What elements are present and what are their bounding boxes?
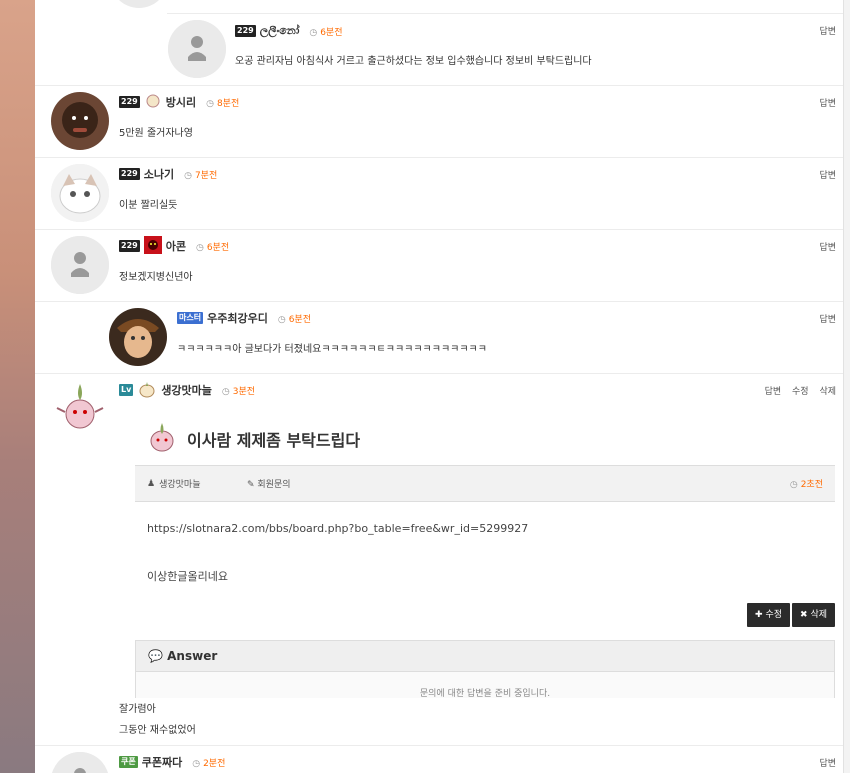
comment-item: 229 방시리 ◷ 8분전 답변 5만원 줄거자나영	[35, 86, 843, 158]
reply-link[interactable]: 답변	[765, 387, 782, 397]
scrollbar[interactable]	[843, 0, 850, 773]
nickname[interactable]: ලලීංනෝ	[260, 24, 300, 38]
nickname[interactable]: 방시리	[166, 94, 196, 110]
clock-icon: ◷	[206, 98, 214, 109]
avatar	[51, 92, 109, 150]
reply-link[interactable]: 답변	[819, 243, 836, 253]
comment-time: 2분전	[203, 758, 226, 769]
answer-header: 💬 Answer	[136, 641, 834, 672]
comment-text: 5만원 줄거자나영	[119, 128, 193, 139]
post-url[interactable]: https://slotnara2.com/bbs/board.php?bo_t…	[147, 522, 528, 535]
avatar	[168, 20, 226, 78]
comment-text-line2: 그동안 재수없었어	[119, 725, 196, 736]
comment-time: 7분전	[194, 170, 218, 181]
comment-meta: 229 아콘 ◷ 6분전	[119, 235, 230, 257]
comment-meta: 마스터 우주최강우디 ◷ 6분전	[177, 310, 311, 326]
nickname[interactable]: 소나기	[144, 166, 174, 182]
comment-meta: Lv 생강맛마늘 ◷ 3분전	[119, 380, 256, 401]
comment-text: 정보겠지병신년아	[119, 272, 193, 283]
reply-link[interactable]: 답변	[819, 759, 836, 769]
comment-meta: 229 소나기 ◷ 7분전	[119, 166, 217, 182]
comment-meta: 229 ලලීංනෝ ◷ 6분전	[235, 23, 342, 39]
level-badge: 229	[119, 168, 140, 180]
post-category: ✎ 회원문의	[247, 480, 291, 490]
avatar	[51, 378, 109, 436]
post-actions: ✚ 수정 ✖ 삭제	[745, 603, 835, 627]
comment-time: 6분전	[288, 314, 311, 325]
level-badge: Lv	[119, 384, 134, 396]
post-time: ◷ 2초전	[789, 480, 823, 490]
comment-item: 마스터 우주최강우디 ◷ 6분전 답변 ㅋㅋㅋㅋㅋㅋ아 글보다가 터졌네요ㅋㅋㅋㅋ…	[35, 302, 843, 374]
clock-icon: ◷	[195, 242, 204, 253]
post-title-row: 이사람 제제좀 부탁드립다	[145, 420, 360, 457]
clock-icon: ◷	[184, 170, 192, 181]
level-badge: 229	[119, 240, 140, 252]
comment-meta: 쿠폰 쿠폰짜다 ◷ 2분전	[119, 754, 225, 770]
post-body: 이상한글올리네요	[147, 570, 228, 583]
level-badge: 쿠폰	[119, 756, 138, 768]
nickname[interactable]: 생강맛마늘	[161, 382, 212, 398]
comment-time: 3분전	[232, 386, 256, 397]
clock-icon: ◷	[221, 386, 230, 397]
nickname[interactable]: 우주최강우디	[207, 310, 268, 326]
delete-button[interactable]: ✖ 삭제	[792, 603, 835, 627]
background-left	[0, 0, 35, 773]
nickname[interactable]: 아콘	[166, 238, 186, 254]
avatar	[110, 0, 168, 8]
comment-item: 229 ලලීංනෝ ◷ 6분전 답변 오공 관리자님 아침식사 거르고 출근하셨…	[35, 14, 843, 86]
comment-time: 8분전	[216, 98, 240, 109]
edit-link[interactable]: 수정	[792, 387, 809, 397]
post-author: ♟ 생강맛마늘	[147, 478, 201, 491]
user-icon	[144, 93, 162, 112]
plus-icon: ✚	[755, 610, 763, 620]
comment-text: ㅋㅋㅋㅋㅋㅋ아 글보다가 터졌네요ㅋㅋㅋㅋㅋㅋㅌㅋㅋㅋㅋㅋㅋㅋㅋㅋㅋㅋ	[177, 344, 487, 355]
reply-link[interactable]: 답변	[819, 171, 836, 181]
user-icon: ♟	[147, 478, 156, 489]
comment-time: 6분전	[206, 242, 230, 253]
clock-icon: ◷	[192, 758, 201, 769]
comment-text: 오공 관리자님 아침식사 거르고 출근하셨다는 정보 입수했습니다 정보비 부탁…	[235, 56, 592, 67]
comment-item: 229 소나기 ◷ 7분전 답변 이분 짤리실듯	[35, 158, 843, 230]
user-icon	[143, 235, 162, 257]
comment-item: 229 아콘 ◷ 6분전 답변 정보겠지병신년아	[35, 230, 843, 302]
level-badge: 마스터	[177, 312, 204, 324]
avatar	[51, 164, 109, 222]
comment-item: 쿠폰 쿠폰짜다 ◷ 2분전 답변	[35, 746, 843, 773]
reply-link[interactable]: 답변	[819, 27, 836, 37]
delete-link[interactable]: 삭제	[819, 387, 836, 397]
clock-icon: ◷	[789, 480, 798, 490]
post-title: 이사람 제제좀 부탁드립다	[187, 430, 361, 450]
avatar	[109, 308, 167, 366]
garlic-icon	[145, 420, 179, 457]
avatar	[51, 236, 109, 294]
reply-link[interactable]: 답변	[819, 315, 836, 325]
embedded-post: 이사람 제제좀 부탁드립다 ♟ 생강맛마늘 ✎ 회원문의 ◷ 2초전 https:…	[135, 410, 835, 698]
close-icon: ✖	[800, 610, 808, 620]
speech-bubble-icon: 💬	[148, 649, 163, 663]
answer-section: 💬 Answer 문의에 대한 답변을 준비 중입니다.	[135, 640, 835, 698]
avatar	[51, 752, 109, 773]
comment-meta: 229 방시리 ◷ 8분전	[119, 94, 239, 110]
comment-text-line1: 잘가렴아	[119, 704, 156, 715]
edit-button[interactable]: ✚ 수정	[747, 603, 791, 627]
level-badge: 229	[235, 25, 256, 37]
comment-time: 6분전	[320, 27, 343, 38]
clock-icon: ◷	[277, 314, 286, 325]
level-badge: 229	[119, 96, 140, 108]
post-info-bar: ♟ 생강맛마늘 ✎ 회원문의 ◷ 2초전	[135, 465, 835, 502]
comment-list: 229 ලලීංනෝ ◷ 6분전 답변 오공 관리자님 아침식사 거르고 출근하셨…	[35, 0, 843, 773]
comment-text: 이분 짤리실듯	[119, 200, 178, 211]
answer-note: 문의에 대한 답변을 준비 중입니다.	[419, 689, 551, 698]
reply-link[interactable]: 답변	[819, 99, 836, 109]
nickname[interactable]: 쿠폰짜다	[142, 754, 182, 770]
clock-icon: ◷	[309, 27, 318, 38]
garlic-icon	[137, 380, 157, 401]
